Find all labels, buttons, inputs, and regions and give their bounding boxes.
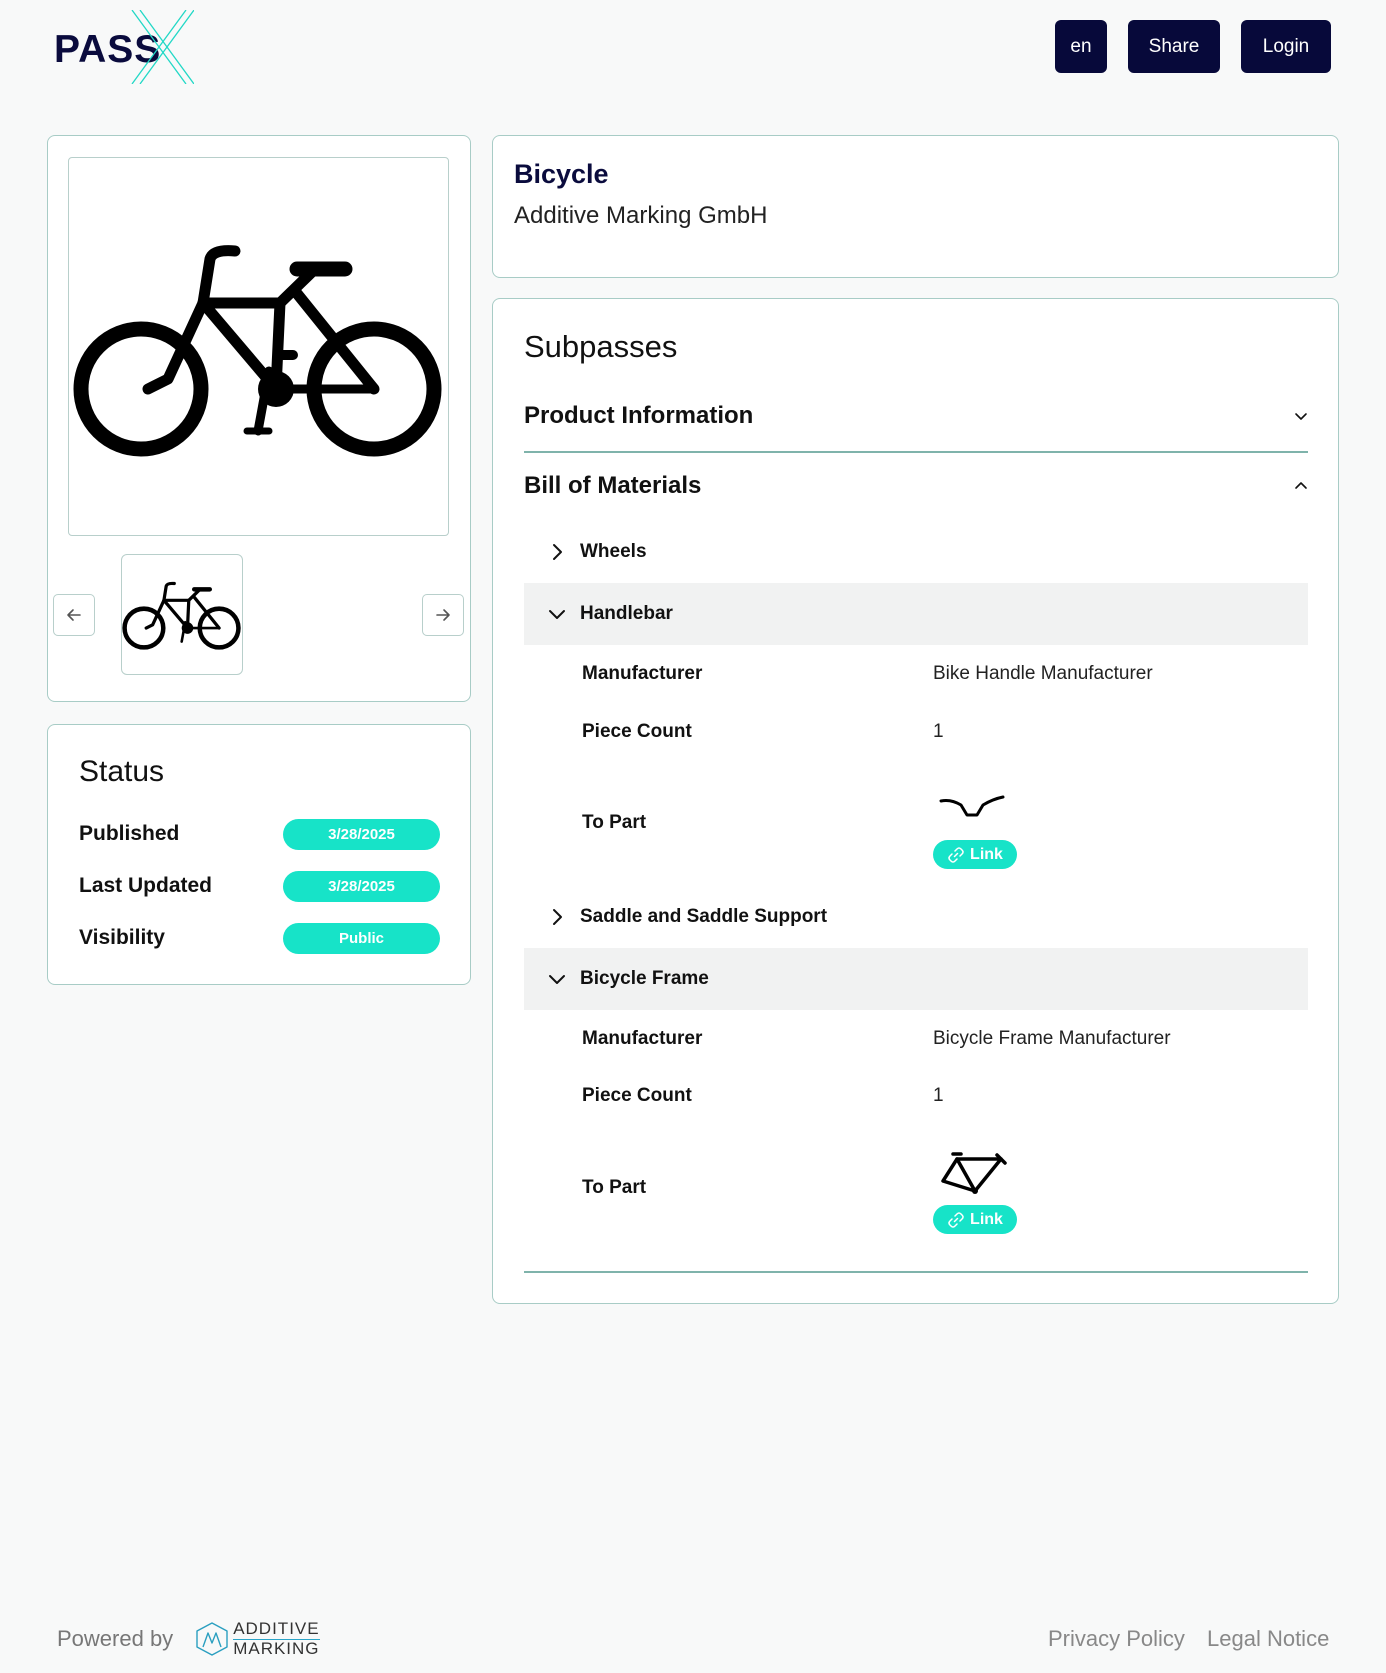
handlebar-part-image (939, 795, 1005, 817)
arrow-left-icon (67, 609, 81, 621)
to-part-link-button[interactable]: Link (933, 1205, 1017, 1234)
additive-marking-logo-mark (196, 1622, 228, 1656)
manufacturer-label: Manufacturer (582, 663, 703, 684)
piece-count-value: 1 (933, 721, 944, 742)
status-card: Status Published 3/28/2025 Last Updated … (47, 724, 471, 985)
status-badge: Public (283, 923, 440, 954)
status-label: Last Updated (79, 874, 213, 897)
main-product-image (68, 157, 449, 536)
additive-marking-logo[interactable]: ADDITIVE MARKING (195, 1619, 320, 1658)
status-label: Published (79, 822, 180, 845)
status-badge: 3/28/2025 (283, 871, 440, 902)
status-label: Visibility (79, 926, 165, 949)
manufacturer-label: Manufacturer (582, 1028, 703, 1049)
share-button[interactable]: Share (1128, 20, 1220, 73)
previous-image-button[interactable] (53, 594, 95, 636)
subpasses-title: Subpasses (524, 329, 678, 364)
bom-node-label: Saddle and Saddle Support (580, 906, 828, 927)
piece-count-label: Piece Count (582, 721, 692, 742)
accordion-product-information[interactable]: Product Information (524, 391, 1308, 441)
bom-node-label: Bicycle Frame (580, 968, 709, 989)
bom-node-bicycle-frame[interactable]: Bicycle Frame (524, 948, 1308, 1010)
link-icon (948, 1211, 964, 1228)
product-header-card: Bicycle Additive Marking GmbH (492, 135, 1339, 278)
status-row-published: Published 3/28/2025 (79, 819, 440, 851)
divider (524, 451, 1308, 453)
status-row-last-updated: Last Updated 3/28/2025 (79, 871, 440, 903)
chevron-up-icon (1295, 482, 1307, 489)
image-thumbnail[interactable] (121, 554, 243, 675)
to-part-link-button[interactable]: Link (933, 840, 1017, 869)
privacy-policy-link[interactable]: Privacy Policy (1048, 1626, 1185, 1652)
login-button[interactable]: Login (1241, 20, 1331, 73)
passx-logo[interactable]: PASS (54, 10, 194, 84)
bom-node-handlebar[interactable]: Handlebar (524, 583, 1308, 645)
manufacturer-value: Bike Handle Manufacturer (933, 663, 1153, 684)
status-badge: 3/28/2025 (283, 819, 440, 850)
accordion-bill-of-materials[interactable]: Bill of Materials (524, 461, 1308, 511)
bom-node-label: Handlebar (580, 603, 673, 624)
accordion-label: Product Information (524, 402, 754, 429)
image-gallery-card (47, 135, 471, 702)
chevron-down-icon (1295, 413, 1307, 420)
status-title: Status (79, 755, 165, 788)
accordion-label: Bill of Materials (524, 472, 702, 499)
bom-node-saddle[interactable]: Saddle and Saddle Support (524, 886, 1308, 948)
product-name: Bicycle (514, 159, 609, 189)
logo-x-mark (131, 10, 194, 84)
divider (524, 1271, 1308, 1273)
product-company: Additive Marking GmbH (514, 202, 768, 229)
bicycle-icon (73, 244, 441, 456)
piece-count-label: Piece Count (582, 1085, 692, 1106)
to-part-label: To Part (582, 1177, 647, 1198)
piece-count-value: 1 (933, 1085, 944, 1106)
language-button[interactable]: en (1055, 20, 1107, 73)
bom-node-wheels[interactable]: Wheels (524, 521, 1308, 583)
to-part-label: To Part (582, 812, 647, 833)
link-icon (948, 846, 964, 863)
legal-notice-link[interactable]: Legal Notice (1207, 1626, 1329, 1652)
link-label: Link (970, 845, 1003, 863)
manufacturer-value: Bicycle Frame Manufacturer (933, 1028, 1171, 1049)
powered-by: Powered by ADDITIVE MARKING (57, 1620, 320, 1658)
additive-marking-wordmark: ADDITIVE MARKING (233, 1619, 320, 1658)
bicycle-thumbnail-icon (122, 581, 241, 650)
next-image-button[interactable] (422, 594, 464, 636)
bom-node-label: Wheels (580, 541, 647, 562)
link-label: Link (970, 1210, 1003, 1228)
chevron-down-icon (544, 606, 570, 622)
chevron-right-icon (544, 908, 570, 926)
chevron-right-icon (544, 543, 570, 561)
status-row-visibility: Visibility Public (79, 923, 440, 955)
arrow-right-icon (436, 609, 450, 621)
powered-by-text: Powered by (57, 1626, 174, 1651)
chevron-down-icon (544, 971, 570, 987)
bicycle-frame-part-image (941, 1152, 1007, 1194)
subpasses-card: Subpasses Product Information Bill of Ma… (492, 298, 1339, 1304)
